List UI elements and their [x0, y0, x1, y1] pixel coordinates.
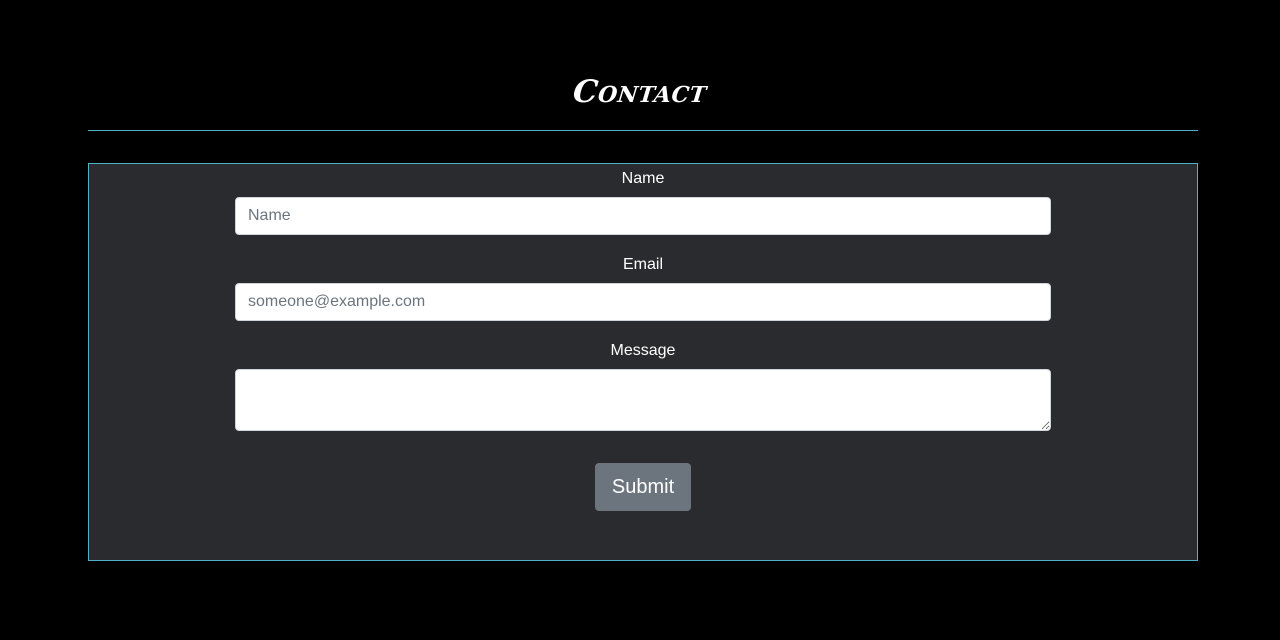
page-title: Contact — [571, 74, 709, 110]
name-label: Name — [621, 170, 665, 187]
message-label: Message — [610, 342, 676, 359]
title-divider — [88, 130, 1198, 131]
email-input[interactable] — [235, 283, 1051, 321]
contact-page: Contact Name Email Message Submit — [0, 0, 1280, 640]
email-label: Email — [622, 256, 663, 273]
contact-form: Name Email Message Submit — [88, 163, 1198, 561]
name-input[interactable] — [235, 197, 1051, 235]
message-textarea[interactable] — [235, 369, 1051, 431]
submit-button[interactable]: Submit — [595, 463, 691, 511]
